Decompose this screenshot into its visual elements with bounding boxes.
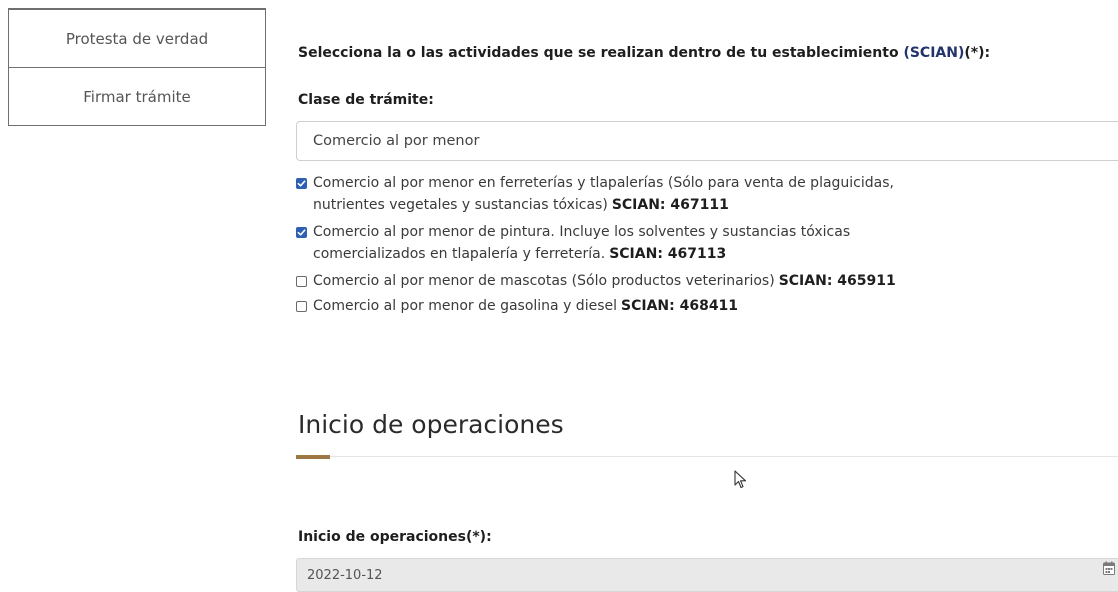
- clase-de-tramite-value: Comercio al por menor: [313, 133, 480, 149]
- section-title: Inicio de operaciones: [298, 410, 564, 439]
- main-content: Selecciona la o las actividades que se r…: [296, 0, 1118, 592]
- activity-item-467111[interactable]: Comercio al por menor en ferreterías y t…: [296, 172, 1096, 216]
- activity-line: Comercio al por menor de mascotas (Sólo …: [313, 273, 775, 289]
- activity-label: Comercio al por menor de mascotas (Sólo …: [313, 270, 1096, 292]
- activity-item-468411[interactable]: Comercio al por menor de gasolina y dies…: [296, 295, 1096, 317]
- sidebar-item-protesta-de-verdad[interactable]: Protesta de verdad: [9, 10, 265, 67]
- activity-label: Comercio al por menor en ferreterías y t…: [313, 172, 1096, 216]
- scian-code: SCIAN: 467113: [609, 246, 727, 262]
- section-accent-bar: [296, 455, 330, 459]
- sidebar-item-firmar-tramite[interactable]: Firmar trámite: [9, 67, 265, 125]
- sidebar-menu: Protesta de verdad Firmar trámite: [8, 8, 266, 126]
- checkbox-unchecked-icon[interactable]: [296, 276, 307, 287]
- calendar-icon[interactable]: [1103, 561, 1115, 575]
- date-value: 2022-10-12: [307, 567, 383, 583]
- clase-de-tramite-label: Clase de trámite:: [298, 92, 434, 108]
- clase-de-tramite-select[interactable]: Comercio al por menor: [296, 121, 1118, 161]
- activity-label: Comercio al por menor de pintura. Incluy…: [313, 221, 1096, 265]
- sidebar-item-label: Protesta de verdad: [65, 29, 209, 48]
- scian-code: SCIAN: 465911: [778, 273, 896, 289]
- activity-item-467113[interactable]: Comercio al por menor de pintura. Incluy…: [296, 221, 1096, 265]
- section-divider: [296, 456, 1118, 457]
- activity-line: Comercio al por menor de pintura. Incluy…: [313, 224, 851, 240]
- inicio-operaciones-label: Inicio de operaciones(*):: [298, 529, 492, 545]
- sidebar-item-label: Firmar trámite: [83, 87, 191, 106]
- required-marker: (*):: [964, 45, 991, 61]
- checkbox-checked-icon[interactable]: [296, 227, 307, 238]
- activity-line: comercializados en tlapalería y ferreter…: [313, 246, 606, 262]
- activities-list: Comercio al por menor en ferreterías y t…: [296, 172, 1096, 320]
- inicio-operaciones-date-field[interactable]: 2022-10-12: [296, 558, 1118, 592]
- activity-line: Comercio al por menor de gasolina y dies…: [313, 298, 617, 314]
- scian-link[interactable]: (SCIAN): [903, 45, 964, 61]
- activity-item-465911[interactable]: Comercio al por menor de mascotas (Sólo …: [296, 270, 1096, 292]
- activity-line: nutrientes vegetales y sustancias tóxica…: [313, 197, 608, 213]
- scian-code: SCIAN: 468411: [621, 298, 739, 314]
- checkbox-checked-icon[interactable]: [296, 178, 307, 189]
- activities-prompt-text: Selecciona la o las actividades que se r…: [298, 45, 904, 61]
- checkbox-unchecked-icon[interactable]: [296, 301, 307, 312]
- mouse-pointer-icon: [734, 470, 747, 489]
- activity-line: Comercio al por menor en ferreterías y t…: [313, 175, 894, 191]
- activity-label: Comercio al por menor de gasolina y dies…: [313, 295, 1096, 317]
- scian-code: SCIAN: 467111: [611, 197, 729, 213]
- activities-prompt: Selecciona la o las actividades que se r…: [298, 45, 990, 61]
